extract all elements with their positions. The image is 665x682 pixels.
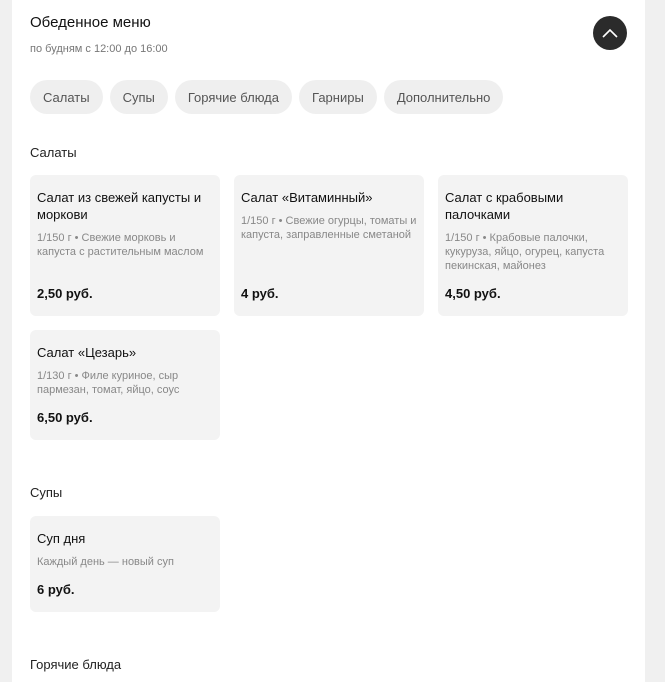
menu-schedule: по будням с 12:00 до 16:00 — [30, 43, 168, 55]
menu-item-price: 6,50 руб. — [37, 410, 93, 425]
menu-item-card[interactable]: Салат из свежей капусты и моркови 1/150 … — [30, 175, 220, 316]
tab-additional[interactable]: Дополнительно — [383, 80, 504, 114]
menu-item-card[interactable]: Салат «Витаминный» 1/150 г • Свежие огур… — [234, 175, 424, 316]
menu-item-description: Каждый день — новый суп — [37, 556, 174, 568]
menu-item-price: 6 руб. — [37, 582, 75, 597]
menu-item-name: Салат с крабовыми палочками — [445, 190, 564, 222]
section-title-hot-dishes: Горячие блюда — [30, 657, 122, 672]
menu-item-price: 2,50 руб. — [37, 286, 93, 301]
menu-item-card[interactable]: Суп дня Каждый день — новый суп 6 руб. — [30, 516, 220, 612]
menu-item-card[interactable]: Салат с крабовыми палочками 1/150 г • Кр… — [438, 175, 628, 316]
menu-item-name: Салат «Цезарь» — [37, 345, 137, 360]
menu-item-name: Салат из свежей капусты и моркови — [37, 190, 202, 222]
section-title-soups: Супы — [30, 485, 63, 500]
menu-item-description: 1/150 г • Свежие огурцы, томаты и капуст… — [241, 215, 417, 241]
menu-item-description: 1/130 г • Филе куриное, сыр пармезан, то… — [37, 370, 180, 396]
menu-item-card[interactable]: Салат «Цезарь» 1/130 г • Филе куриное, с… — [30, 330, 220, 440]
tab-salads[interactable]: Салаты — [30, 80, 103, 114]
section-title-salads: Салаты — [30, 145, 77, 160]
menu-item-name: Суп дня — [37, 531, 86, 546]
collapse-button[interactable] — [593, 16, 627, 50]
tab-hot-dishes[interactable]: Горячие блюда — [174, 80, 293, 114]
menu-item-description: 1/150 г • Свежие морковь и капуста с рас… — [37, 232, 204, 258]
menu-item-price: 4 руб. — [241, 286, 279, 301]
menu-item-name: Салат «Витаминный» — [241, 190, 373, 205]
menu-title: Обеденное меню — [30, 14, 151, 31]
tab-sides[interactable]: Гарниры — [299, 80, 377, 114]
category-tabs: Салаты Супы Горячие блюда Гарниры Дополн… — [30, 80, 504, 114]
chevron-up-icon — [602, 28, 618, 38]
menu-item-description: 1/150 г • Крабовые палочки, кукуруза, яй… — [445, 232, 605, 272]
tab-soups[interactable]: Супы — [109, 80, 168, 114]
lunch-menu-panel: Обеденное меню по будням с 12:00 до 16:0… — [12, 0, 645, 682]
menu-item-price: 4,50 руб. — [445, 286, 501, 301]
